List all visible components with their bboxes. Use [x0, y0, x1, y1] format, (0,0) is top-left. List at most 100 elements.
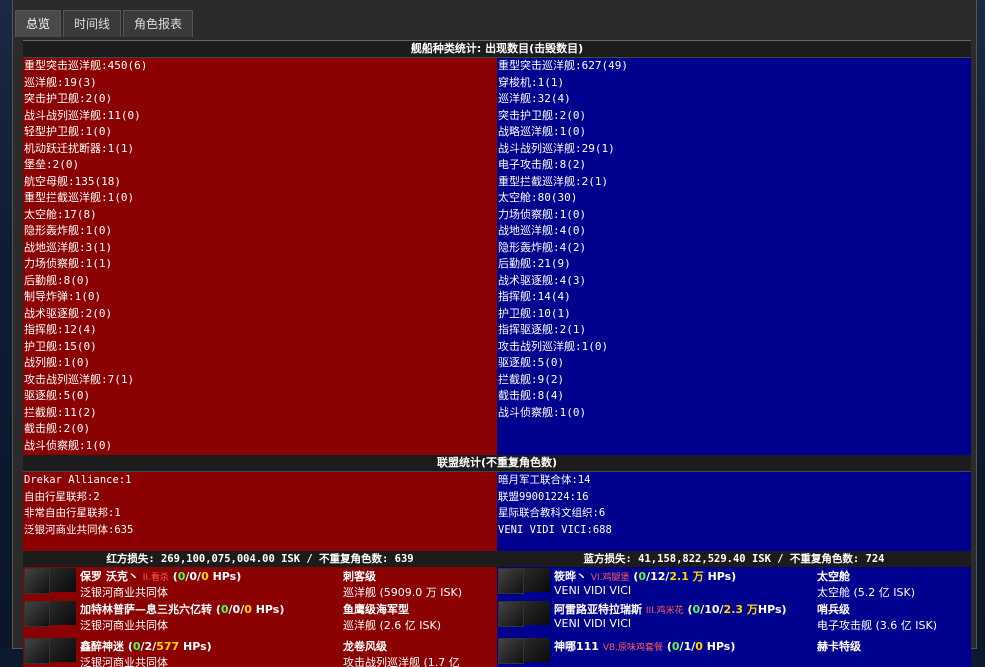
hp-stats: (0/10/2.3 万HPs): [687, 603, 787, 616]
red-alliance-list: Drekar Alliance:1 自由行星联邦:2 非常自由行星联邦:1 泛银河商业…: [23, 472, 497, 551]
alliance-stat-item: 自由行星联邦:2: [24, 490, 100, 503]
pilot-tag: VI.鸡腿堡: [590, 573, 630, 583]
pilot-tag: II.看杀: [142, 573, 169, 583]
pilot-portrait[interactable]: [24, 638, 50, 664]
ship-icon[interactable]: [524, 601, 550, 625]
ship-stat-item: 战略巡洋舰:1(0): [498, 125, 587, 138]
alliance-stats-header: 联盟统计(不重复角色数): [23, 455, 971, 472]
pilot-name[interactable]: 加特林普萨—息三兆六亿转 (0/0/0 HPs): [80, 601, 284, 617]
pilot-name-text[interactable]: 筱晔丶: [554, 570, 587, 583]
ship-stat-item: 战斗侦察舰:1(0): [24, 438, 113, 452]
pilot-name-text[interactable]: 神哪111: [554, 640, 599, 653]
kill-row[interactable]: 阿雷路亚特拉瑞斯 III.鸡米花 (0/10/2.3 万HPs) VENI VID…: [497, 600, 971, 640]
pilot-name-text[interactable]: 加特林普萨—息三兆六亿转: [80, 603, 212, 616]
pilot-name[interactable]: 神哪111 VB.原味鸡套餐 (0/1/0 HPs): [554, 638, 735, 654]
kill-row[interactable]: 加特林普萨—息三兆六亿转 (0/0/0 HPs) 泛银河商业共同体 鱼鹰级海军型 巡洋…: [23, 600, 497, 640]
ship-icon[interactable]: [50, 568, 76, 592]
ship-stat-item: 驱逐舰:5(0): [498, 356, 565, 369]
ship-stat-item: 巡洋舰:32(4): [498, 92, 571, 105]
pilot-portrait[interactable]: [24, 568, 50, 594]
alliance-stat-item: 非常自由行星联邦:1: [24, 507, 121, 519]
hp-stat-unit: HPs): [703, 570, 737, 583]
ship-stat-item: 穿梭机:1(1): [498, 75, 565, 89]
ship-stat-item: 战斗侦察舰:1(0): [498, 405, 587, 419]
ship-name: 哨兵级: [817, 603, 850, 616]
hp-stats: (0/12/2.1 万 HPs): [633, 570, 737, 583]
hp-stats: (0/1/0 HPs): [666, 640, 736, 653]
ship-stat-item: 战术驱逐舰:4(3): [498, 273, 587, 287]
ship-stat-item: 战列舰:1(0): [24, 356, 91, 369]
ship-name: 赫卡特级: [817, 640, 861, 653]
hp-stats: (0/0/0 HPs): [215, 603, 285, 616]
pilot-portrait[interactable]: [498, 601, 524, 627]
overview-panel: 舰船种类统计: 出现数目(击毁数目) 重型突击巡洋舰:450(6) 巡洋舰:19(…: [23, 40, 971, 667]
ship-name: 太空舱: [817, 570, 850, 583]
blue-alliance-list: 暗月军工联合体:14 联盟99001224:16 星际联合教科文组织:6 VENI V…: [497, 472, 971, 551]
ship-stat-item: 攻击战列巡洋舰:1(0): [498, 339, 609, 353]
pilot-corp: VENI VIDI VICI: [554, 617, 632, 630]
pilot-portrait[interactable]: [498, 638, 524, 664]
tab-timeline[interactable]: 时间线: [63, 10, 122, 37]
ship-stat-item: 护卫舰:10(1): [498, 306, 571, 320]
hp-stat-2: /10/: [700, 603, 724, 616]
ship-icon[interactable]: [524, 638, 550, 662]
tab-bar: 总览 时间线 角色报表: [15, 10, 195, 37]
pilot-name[interactable]: 筱晔丶 VI.鸡腿堡 (0/12/2.1 万 HPs): [554, 568, 736, 584]
ship-name: 龙卷风级: [343, 640, 387, 653]
ship-stat-item: 拦截舰:9(2): [498, 372, 565, 386]
kill-list: 保罗 沃克丶 II.看杀 (0/0/0 HPs) 泛银河商业共同体 刺客级巡洋舰 (…: [23, 567, 971, 667]
ship-stat-item: 突击护卫舰:2(0): [24, 92, 113, 105]
ship-icon[interactable]: [50, 638, 76, 662]
ship-stat-item: 战斗战列巡洋舰:29(1): [498, 141, 615, 155]
pilot-name[interactable]: 保罗 沃克丶 II.看杀 (0/0/0 HPs): [80, 568, 241, 584]
hp-stats: (0/0/0 HPs): [172, 570, 242, 583]
ship-value: 电子攻击舰 (3.6 亿 ISK): [817, 619, 938, 632]
blue-loss-summary: 蓝方损失: 41,158,822,529.40 ISK / 不重复角色数: 72…: [583, 553, 885, 565]
ship-stat-item: 截击舰:2(0): [24, 422, 91, 435]
hp-stat-unit: HPs): [208, 570, 242, 583]
red-ship-list: 重型突击巡洋舰:450(6) 巡洋舰:19(3) 突击护卫舰:2(0) 战斗战列巡洋舰…: [23, 58, 497, 455]
alliance-stat-item: 泛银河商业共同体:635: [24, 523, 134, 536]
tab-overview[interactable]: 总览: [15, 10, 62, 37]
hp-stat-1: 0: [220, 603, 229, 616]
ship-name: 刺客级: [343, 570, 376, 583]
pilot-name-text[interactable]: 阿雷路亚特拉瑞斯: [554, 603, 642, 616]
ship-stat-item: 太空舱:17(8): [24, 207, 97, 221]
ship-stat-item: 力场侦察舰:1(1): [24, 257, 113, 270]
ship-stat-item: 轻型护卫舰:1(0): [24, 125, 113, 138]
ship-stat-item: 重型拦截巡洋舰:2(1): [498, 174, 609, 188]
hp-stat-3: 0: [695, 640, 703, 653]
pilot-corp: 泛银河商业共同体: [80, 619, 168, 632]
ship-icon[interactable]: [524, 568, 550, 592]
ship-icon[interactable]: [50, 601, 76, 625]
ship-stat-item: 突击护卫舰:2(0): [498, 108, 587, 122]
hp-stat-1: 0: [638, 570, 647, 583]
pilot-portrait[interactable]: [24, 601, 50, 627]
hp-stat-1: 0: [132, 640, 141, 653]
pilot-name[interactable]: 阿雷路亚特拉瑞斯 III.鸡米花 (0/10/2.3 万HPs): [554, 601, 787, 617]
ship-value: 攻击战列巡洋舰 (1.7 亿: [343, 656, 460, 667]
ship-stat-item: 重型突击巡洋舰:450(6): [24, 59, 148, 72]
hp-stat-2: /0/: [185, 570, 202, 583]
alliance-stat-item: 联盟99001224:16: [498, 490, 589, 503]
ship-stat-item: 驱逐舰:5(0): [24, 389, 91, 402]
pilot-name[interactable]: 鑫醉神迷 (0/2/577 HPs): [80, 638, 212, 654]
ship-stat-item: 堡垒:2(0): [24, 158, 80, 171]
tab-character-report[interactable]: 角色报表: [123, 10, 194, 37]
pilot-name-text[interactable]: 保罗 沃克丶: [80, 570, 139, 583]
kill-row[interactable]: 鑫醉神迷 (0/2/577 HPs) 泛银河商业共同体 龙卷风级 攻击战列巡洋舰 (1…: [23, 637, 497, 667]
kill-row[interactable]: 神哪111 VB.原味鸡套餐 (0/1/0 HPs) 赫卡特级: [497, 637, 971, 667]
hp-stat-3: 0: [201, 570, 209, 583]
pilot-tag: III.鸡米花: [645, 606, 684, 616]
pilot-tag: VB.原味鸡套餐: [602, 643, 664, 653]
alliance-stat-item: 暗月军工联合体:14: [498, 474, 591, 486]
ship-stat-item: 拦截舰:11(2): [24, 405, 97, 419]
hp-stat-3: 2.1 万: [669, 570, 704, 583]
ship-value: 巡洋舰 (2.6 亿 ISK): [343, 619, 442, 632]
hp-stat-3: 0: [244, 603, 252, 616]
ship-stat-item: 巡洋舰:19(3): [24, 75, 97, 89]
ship-stat-item: 战地巡洋舰:3(1): [24, 240, 113, 254]
pilot-portrait[interactable]: [498, 568, 524, 594]
hp-stat-1: 0: [671, 640, 680, 653]
pilot-name-text[interactable]: 鑫醉神迷: [80, 640, 124, 653]
